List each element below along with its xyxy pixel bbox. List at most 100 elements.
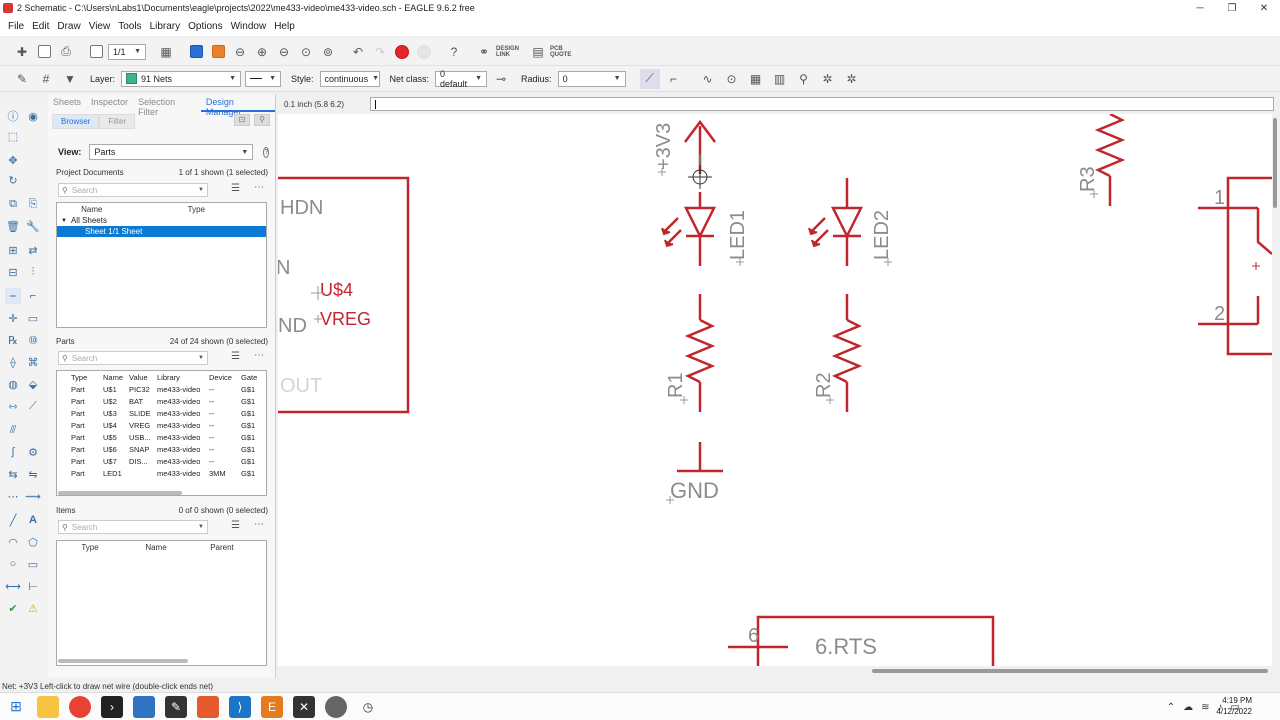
- resistor-r3-symbol[interactable]: R3: [1077, 114, 1126, 206]
- menu-draw[interactable]: Draw: [53, 21, 84, 32]
- view-help-icon[interactable]: ?: [263, 146, 270, 158]
- table-row[interactable]: Part U$2 BAT me433-video -- G$1: [57, 395, 266, 407]
- list-view-icon[interactable]: ☰: [231, 351, 240, 362]
- column-type[interactable]: Type: [127, 205, 266, 214]
- menu-edit[interactable]: Edit: [28, 21, 53, 32]
- zoom-fit-icon[interactable]: ⊖: [230, 42, 250, 62]
- ground-symbol[interactable]: GND: [666, 442, 723, 504]
- bus-tool-icon[interactable]: ⌐: [25, 288, 41, 304]
- wire-width-select[interactable]: ▼: [245, 70, 282, 87]
- more-options-icon[interactable]: ⋯: [254, 182, 264, 193]
- design-link-icon[interactable]: ⚭: [474, 42, 494, 62]
- label-icon[interactable]: ▭: [25, 310, 41, 326]
- wire-bend-straight-icon[interactable]: ⟋: [639, 68, 660, 89]
- dimension-icon[interactable]: ⟷: [5, 578, 21, 594]
- save-icon[interactable]: [34, 42, 54, 62]
- grid-options-icon[interactable]: ▦: [746, 69, 766, 89]
- table-row[interactable]: Part U$3 SLIDE me433-video -- G$1: [57, 407, 266, 419]
- gate-swap-icon[interactable]: ⫻: [5, 422, 21, 438]
- panel-pin-icon[interactable]: ⊡: [234, 114, 250, 126]
- zoom-in-icon[interactable]: ⊕: [252, 42, 272, 62]
- vscode-icon[interactable]: ⟩: [229, 695, 251, 718]
- table-row[interactable]: Part U$7 DIS... me433-video -- G$1: [57, 455, 266, 467]
- menu-view[interactable]: View: [85, 21, 115, 32]
- resistor-r1-symbol[interactable]: R1: [665, 294, 716, 412]
- windows-start-icon[interactable]: ⊞: [5, 696, 27, 718]
- invoke-icon[interactable]: ⌘: [25, 354, 41, 370]
- parts-horizontal-scrollbar[interactable]: [58, 491, 182, 495]
- radius-select[interactable]: 0 ▼: [557, 70, 626, 87]
- text-icon[interactable]: A: [25, 512, 41, 528]
- split-icon[interactable]: ⫶: [25, 264, 41, 280]
- table-row[interactable]: Part U$6 SNAP me433-video -- G$1: [57, 443, 266, 455]
- menu-help[interactable]: Help: [270, 21, 299, 32]
- schematic-canvas[interactable]: HDN N ND OUT U$4 VREG +3V3 LED1 LED2 R1 …: [278, 114, 1272, 666]
- layer-options-icon[interactable]: ▥: [770, 69, 790, 89]
- polygon-icon[interactable]: ⬠: [25, 534, 41, 550]
- junction-icon[interactable]: ✛: [5, 310, 21, 326]
- inspect-icon[interactable]: ⊙: [722, 69, 742, 89]
- layer-settings-icon[interactable]: ✎: [12, 69, 32, 89]
- redo-icon[interactable]: ↷: [370, 42, 390, 62]
- menu-file[interactable]: File: [4, 21, 28, 32]
- tab-inspector[interactable]: Inspector: [86, 94, 133, 112]
- tree-group-all-sheets[interactable]: ▼ All Sheets: [57, 215, 266, 226]
- column-name[interactable]: Name: [103, 373, 129, 382]
- more-options-icon[interactable]: ⋯: [254, 350, 264, 361]
- items-search[interactable]: ⚲ Search ▼: [58, 520, 208, 534]
- script-icon[interactable]: [186, 42, 206, 62]
- column-library[interactable]: Library: [157, 373, 209, 382]
- tab-sheets[interactable]: Sheets: [48, 94, 86, 112]
- list-view-icon[interactable]: ☰: [231, 183, 240, 194]
- net-options-icon[interactable]: ⚲: [794, 69, 814, 89]
- canvas-horizontal-scrollbar[interactable]: [278, 666, 1272, 676]
- miter-icon[interactable]: ∫: [5, 444, 21, 460]
- table-row[interactable]: Part U$5 USB... me433-video -- G$1: [57, 431, 266, 443]
- command-input[interactable]: [370, 97, 1274, 111]
- wire-bend-curve-icon[interactable]: ∿: [698, 69, 718, 89]
- subtab-filter[interactable]: Filter: [99, 114, 136, 129]
- style-select[interactable]: continuous ▼: [319, 70, 380, 87]
- zoom-out-icon[interactable]: ⊖: [274, 42, 294, 62]
- pinswap-icon[interactable]: ⇋: [25, 466, 41, 482]
- pcb-quote-icon[interactable]: ▤: [528, 42, 548, 62]
- connector-symbol[interactable]: 1 2: [1198, 176, 1272, 356]
- stop-icon[interactable]: [392, 42, 412, 62]
- undo-icon[interactable]: ↶: [348, 42, 368, 62]
- design-link-label[interactable]: DESIGN LINK: [496, 46, 526, 58]
- chevron-up-icon[interactable]: ⌃: [1167, 702, 1175, 713]
- close-window-button[interactable]: ✕: [1248, 3, 1280, 14]
- panel-search-icon[interactable]: ⚲: [254, 114, 270, 126]
- new-file-icon[interactable]: ✚: [12, 42, 32, 62]
- matlab-icon[interactable]: [197, 695, 219, 718]
- tab-selection-filter[interactable]: Selection Filter: [133, 94, 201, 117]
- network-icon[interactable]: ≋: [1201, 702, 1209, 713]
- app-icon[interactable]: [325, 695, 347, 718]
- menu-window[interactable]: Window: [227, 21, 271, 32]
- paint-icon[interactable]: ◍: [5, 376, 21, 392]
- tree-row-sheet-1[interactable]: Sheet 1/1 Sheet: [57, 226, 266, 237]
- maximize-button[interactable]: ❐: [1216, 3, 1248, 14]
- eagle-taskbar-icon[interactable]: E: [261, 695, 283, 718]
- tab-design-manager[interactable]: Design Manager: [200, 94, 275, 117]
- pcb-quote-label[interactable]: PCB QUOTE: [550, 46, 580, 58]
- filter-icon[interactable]: ▼: [60, 69, 80, 89]
- table-row[interactable]: Part U$1 PIC32 me433-video -- G$1: [57, 383, 266, 395]
- list-view-icon[interactable]: ☰: [231, 520, 240, 531]
- smash-icon[interactable]: ⟠: [5, 354, 21, 370]
- canvas-vertical-scrollbar[interactable]: [1272, 114, 1278, 666]
- go-icon[interactable]: [414, 42, 434, 62]
- sheet-select[interactable]: 1/1 ▼: [108, 43, 146, 60]
- column-name[interactable]: Name: [57, 205, 127, 214]
- terminal-icon[interactable]: ›: [101, 695, 123, 718]
- group-icon[interactable]: ⊟: [5, 264, 21, 280]
- onedrive-icon[interactable]: ☁: [1183, 702, 1193, 713]
- menu-tools[interactable]: Tools: [114, 21, 145, 32]
- menu-options[interactable]: Options: [184, 21, 226, 32]
- column-parent[interactable]: Parent: [189, 543, 255, 552]
- wire-bend-90-icon[interactable]: ⌐: [664, 69, 684, 89]
- menu-library[interactable]: Library: [146, 21, 185, 32]
- inkscape-icon[interactable]: ✎: [165, 695, 187, 718]
- calculator-icon[interactable]: [133, 695, 155, 718]
- name-icon[interactable]: ℞: [5, 332, 21, 348]
